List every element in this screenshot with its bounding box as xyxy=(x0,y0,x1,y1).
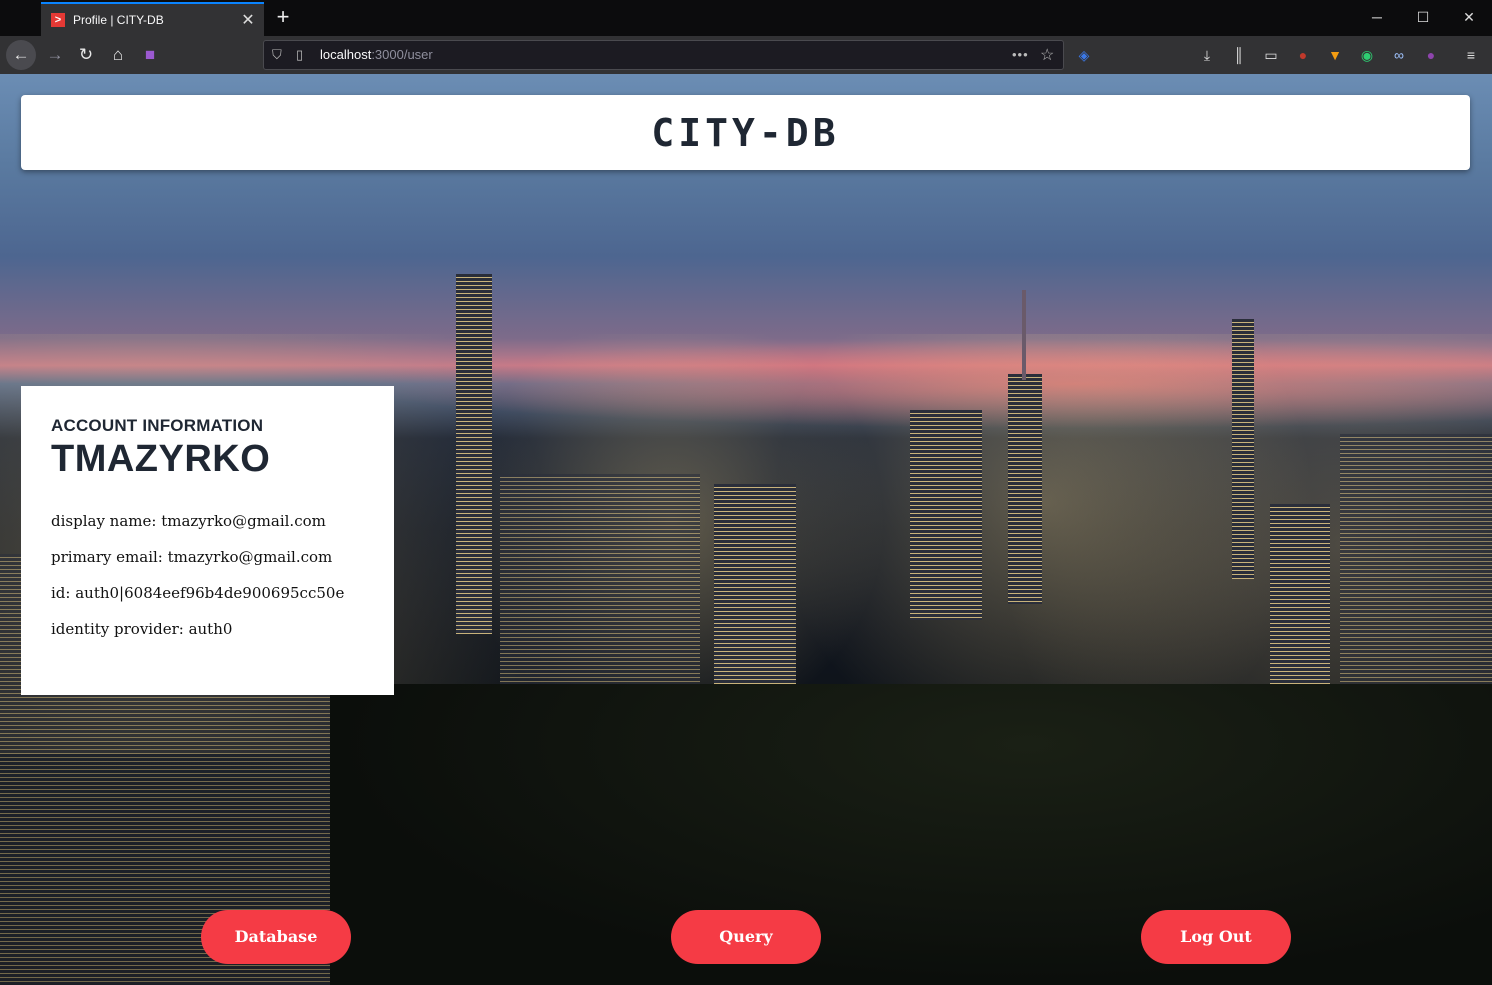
reload-button[interactable]: ↻ xyxy=(71,40,101,70)
menu-icon[interactable]: ≡ xyxy=(1460,44,1482,66)
account-heading: ACCOUNT INFORMATION xyxy=(51,416,264,435)
browser-tab[interactable]: > Profile | CITY-DB ✕ xyxy=(41,2,264,36)
skyscraper-image xyxy=(714,484,796,694)
minimize-window-icon[interactable]: ─ xyxy=(1354,0,1400,34)
navigation-toolbar: ← → ↻ ⌂ ■ ⛉ ▯ localhost:3000/user ••• ☆ … xyxy=(0,36,1492,74)
user-id-line: id: auth0|6084eef96b4de900695cc50e xyxy=(51,584,345,602)
skyscraper-image xyxy=(456,274,492,634)
primary-email-line: primary email: tmazyrko@gmail.com xyxy=(51,548,333,566)
spire-image xyxy=(1022,290,1026,380)
site-header: CITY-DB xyxy=(21,95,1470,170)
new-tab-button[interactable]: + xyxy=(272,4,294,30)
logout-button[interactable]: Log Out xyxy=(1141,910,1291,964)
maximize-window-icon[interactable]: ☐ xyxy=(1400,0,1446,34)
library-icon[interactable]: ║ xyxy=(1228,44,1250,66)
url-path: :3000/user xyxy=(371,47,433,62)
screenshot-extension-icon[interactable]: ■ xyxy=(135,40,165,70)
page-actions-icon[interactable]: ••• xyxy=(1012,47,1029,62)
tab-title: Profile | CITY-DB xyxy=(73,13,164,27)
account-details-list: display name: tmazyrko@gmail.com primary… xyxy=(51,503,364,647)
query-button[interactable]: Query xyxy=(671,910,821,964)
buildings-right-image xyxy=(1340,434,1492,694)
page-info-icon[interactable]: ▯ xyxy=(296,47,303,63)
url-host: localhost xyxy=(320,47,372,62)
account-information-card: ACCOUNT INFORMATION TMAZYRKO display nam… xyxy=(21,386,394,695)
extension-glasses-icon[interactable]: ∞ xyxy=(1388,44,1410,66)
central-park-image xyxy=(330,684,1492,985)
password-manager-icon[interactable]: ◈ xyxy=(1073,44,1095,66)
home-button[interactable]: ⌂ xyxy=(103,40,133,70)
ublock-icon[interactable]: ● xyxy=(1292,44,1314,66)
back-button[interactable]: ← xyxy=(6,40,36,70)
extension-avatar-icon[interactable]: ● xyxy=(1420,44,1442,66)
close-tab-icon[interactable]: ✕ xyxy=(238,10,258,30)
downloads-icon[interactable]: ⤓ xyxy=(1196,44,1218,66)
url-text[interactable]: localhost:3000/user xyxy=(320,47,433,62)
tab-strip: > Profile | CITY-DB ✕ + ─ ☐ ✕ xyxy=(0,0,1492,36)
bookmark-star-icon[interactable]: ☆ xyxy=(1040,45,1054,65)
skyscraper-image xyxy=(910,410,982,620)
site-title: CITY-DB xyxy=(651,110,840,155)
sidebar-icon[interactable]: ▭ xyxy=(1260,44,1282,66)
skyscraper-image xyxy=(1008,374,1042,604)
site-favicon-icon: > xyxy=(51,13,65,27)
close-window-icon[interactable]: ✕ xyxy=(1446,0,1492,34)
tracking-shield-icon[interactable]: ⛉ xyxy=(272,47,282,63)
display-name-line: display name: tmazyrko@gmail.com xyxy=(51,512,326,530)
extension-refresh-icon[interactable]: ◉ xyxy=(1356,44,1378,66)
address-bar[interactable]: ⛉ ▯ localhost:3000/user ••• ☆ xyxy=(263,40,1064,70)
extension-cup-icon[interactable]: ▼ xyxy=(1324,44,1346,66)
database-button[interactable]: Database xyxy=(201,910,351,964)
identity-provider-line: identity provider: auth0 xyxy=(51,620,233,638)
account-username: TMAZYRKO xyxy=(51,438,271,480)
skyscraper-image xyxy=(1270,504,1330,704)
skyscraper-image xyxy=(1232,319,1254,579)
buildings-center-image xyxy=(500,474,700,694)
page-viewport: CITY-DB ACCOUNT INFORMATION TMAZYRKO dis… xyxy=(0,74,1492,985)
forward-button[interactable]: → xyxy=(40,40,70,70)
